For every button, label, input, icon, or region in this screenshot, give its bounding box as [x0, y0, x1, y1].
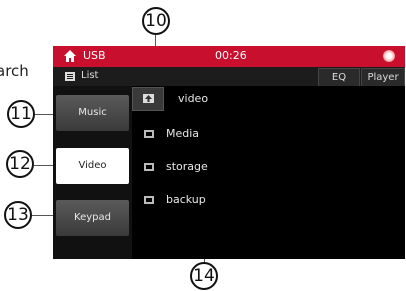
source-label: USB: [83, 49, 106, 62]
device-screen: USB 00:26 List EQ Player Music Video Key…: [53, 46, 405, 259]
folder-up-icon: [143, 94, 154, 103]
keypad-button[interactable]: Keypad: [56, 200, 129, 236]
callout-11: 11: [7, 100, 35, 128]
sun-settings-icon[interactable]: [383, 50, 395, 62]
current-folder-label: video: [178, 92, 209, 105]
list-item-label: storage: [166, 160, 208, 173]
home-icon[interactable]: [63, 49, 77, 63]
list-item[interactable]: Media: [144, 127, 384, 143]
file-browser: video Media storage backup: [132, 86, 405, 259]
list-item-label: Media: [166, 127, 200, 140]
callout-13: 13: [4, 201, 32, 229]
callout-12: 12: [6, 150, 34, 178]
callout-14: 14: [190, 262, 218, 290]
clock-time: 00:26: [215, 49, 247, 62]
folder-icon: [144, 130, 154, 138]
folder-icon: [144, 163, 154, 171]
list-label[interactable]: List: [81, 70, 98, 81]
music-button[interactable]: Music: [56, 95, 129, 131]
source-sidebar: Music Video Keypad: [53, 86, 132, 259]
folder-icon: [144, 196, 154, 204]
list-item[interactable]: backup: [144, 193, 384, 209]
player-button[interactable]: Player: [361, 68, 405, 87]
folder-up-button[interactable]: [132, 87, 164, 111]
video-button[interactable]: Video: [56, 148, 129, 184]
list-icon: [65, 72, 75, 81]
partial-caption-text: arch: [0, 62, 29, 80]
top-status-bar: USB 00:26: [53, 46, 405, 67]
callout-10: 10: [142, 7, 170, 35]
list-item-label: backup: [166, 193, 206, 206]
eq-button[interactable]: EQ: [318, 68, 360, 87]
list-item[interactable]: storage: [144, 160, 384, 176]
